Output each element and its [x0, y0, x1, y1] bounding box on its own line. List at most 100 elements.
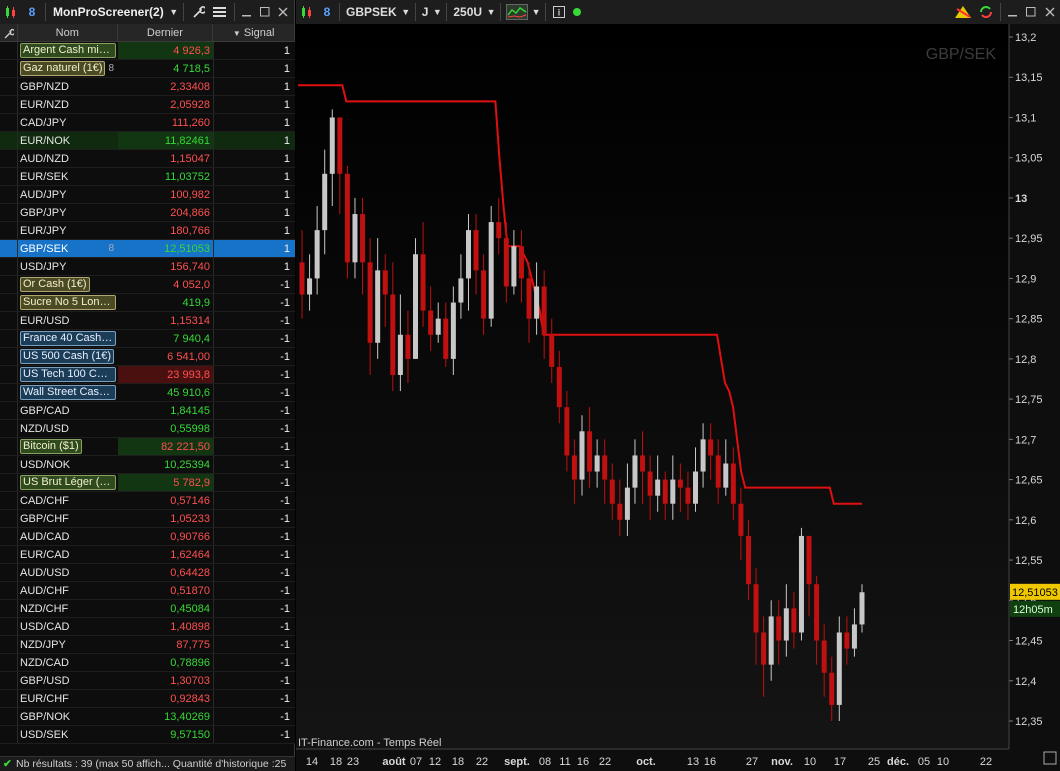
- units-select[interactable]: 250U: [450, 3, 485, 21]
- table-row[interactable]: NZD/JPY 87,775 -1: [0, 636, 295, 654]
- screener-title[interactable]: MonProScreener(2): [49, 3, 168, 21]
- table-row[interactable]: US Brut Léger (1$) 5 782,9 -1: [0, 474, 295, 492]
- row-name-cell[interactable]: US Tech 100 Cas...: [18, 366, 118, 383]
- row-name-cell[interactable]: GBP/CHF: [18, 510, 118, 527]
- table-row[interactable]: EUR/NOK 11,82461 1: [0, 132, 295, 150]
- table-row[interactable]: EUR/CHF 0,92843 -1: [0, 690, 295, 708]
- table-row[interactable]: AUD/NZD 1,15047 1: [0, 150, 295, 168]
- table-row[interactable]: USD/SEK 9,57150 -1: [0, 726, 295, 744]
- refresh-icon[interactable]: [975, 3, 997, 21]
- table-row[interactable]: Argent Cash mini ... 4 926,3 1: [0, 42, 295, 60]
- candles-icon[interactable]: [296, 3, 318, 21]
- row-name-cell[interactable]: GBP/NZD: [18, 78, 118, 95]
- table-row[interactable]: France 40 Cash (... 7 940,4 -1: [0, 330, 295, 348]
- row-name-cell[interactable]: USD/SEK: [18, 726, 118, 743]
- table-row[interactable]: AUD/CHF 0,51870 -1: [0, 582, 295, 600]
- table-row[interactable]: Sucre No 5 Londr... 419,9 -1: [0, 294, 295, 312]
- table-row[interactable]: EUR/NZD 2,05928 1: [0, 96, 295, 114]
- table-row[interactable]: NZD/CAD 0,78896 -1: [0, 654, 295, 672]
- period-select[interactable]: J: [419, 3, 432, 21]
- chart-canvas[interactable]: 13,2 13,15 13,1 13,05 13 12,95 12,9 12,85 12,8 12…: [296, 24, 1060, 771]
- table-row[interactable]: GBP/SEK 8 12,51053 1: [0, 240, 295, 258]
- table-row[interactable]: USD/JPY 156,740 1: [0, 258, 295, 276]
- row-name-cell[interactable]: NZD/CAD: [18, 654, 118, 671]
- table-row[interactable]: NZD/USD 0,55998 -1: [0, 420, 295, 438]
- column-header-name[interactable]: Nom: [18, 24, 118, 42]
- chevron-down-icon[interactable]: ▼: [530, 3, 542, 21]
- table-row[interactable]: CAD/JPY 111,260 1: [0, 114, 295, 132]
- minimize-icon[interactable]: [238, 3, 256, 21]
- row-name-cell[interactable]: EUR/CAD: [18, 546, 118, 563]
- row-name-cell[interactable]: AUD/NZD: [18, 150, 118, 167]
- table-row[interactable]: USD/CAD 1,40898 -1: [0, 618, 295, 636]
- table-row[interactable]: EUR/SEK 11,03752 1: [0, 168, 295, 186]
- table-row[interactable]: GBP/JPY 204,866 1: [0, 204, 295, 222]
- table-row[interactable]: Bitcoin ($1) 82 221,50 -1: [0, 438, 295, 456]
- row-name-cell[interactable]: US Brut Léger (1$): [18, 474, 118, 491]
- menu-icon[interactable]: [209, 3, 231, 21]
- table-row[interactable]: Gaz naturel (1€) 8 4 718,5 1: [0, 60, 295, 78]
- indicator-icon[interactable]: [504, 3, 530, 21]
- table-row[interactable]: Or Cash (1€) 4 052,0 -1: [0, 276, 295, 294]
- row-name-cell[interactable]: Bitcoin ($1): [18, 438, 118, 455]
- row-name-cell[interactable]: AUD/CHF: [18, 582, 118, 599]
- row-name-cell[interactable]: France 40 Cash (...: [18, 330, 118, 347]
- maximize-icon[interactable]: [256, 3, 274, 21]
- table-row[interactable]: GBP/CHF 1,05233 -1: [0, 510, 295, 528]
- row-name-cell[interactable]: EUR/NZD: [18, 96, 118, 113]
- table-row[interactable]: US Tech 100 Cas... 23 993,8 -1: [0, 366, 295, 384]
- maximize-icon[interactable]: [1022, 3, 1040, 21]
- row-name-cell[interactable]: GBP/SEK 8: [18, 240, 118, 257]
- row-name-cell[interactable]: Gaz naturel (1€) 8: [18, 60, 118, 77]
- link-icon[interactable]: 8: [318, 3, 336, 21]
- info-icon[interactable]: i: [549, 3, 569, 21]
- row-name-cell[interactable]: CAD/CHF: [18, 492, 118, 509]
- candles-icon[interactable]: [0, 3, 22, 21]
- row-name-cell[interactable]: EUR/SEK: [18, 168, 118, 185]
- table-row[interactable]: EUR/USD 1,15314 -1: [0, 312, 295, 330]
- table-row[interactable]: CAD/CHF 0,57146 -1: [0, 492, 295, 510]
- row-name-cell[interactable]: AUD/USD: [18, 564, 118, 581]
- row-name-cell[interactable]: USD/CAD: [18, 618, 118, 635]
- table-row[interactable]: GBP/CAD 1,84145 -1: [0, 402, 295, 420]
- chevron-down-icon[interactable]: ▼: [485, 3, 497, 21]
- table-row[interactable]: Wall Street Cash ... 45 910,6 -1: [0, 384, 295, 402]
- chevron-down-icon[interactable]: ▼: [400, 3, 412, 21]
- table-row[interactable]: GBP/NZD 2,33408 1: [0, 78, 295, 96]
- row-name-cell[interactable]: EUR/JPY: [18, 222, 118, 239]
- chevron-down-icon[interactable]: ▼: [168, 3, 180, 21]
- table-row[interactable]: AUD/CAD 0,90766 -1: [0, 528, 295, 546]
- table-row[interactable]: GBP/NOK 13,40269 -1: [0, 708, 295, 726]
- row-name-cell[interactable]: NZD/USD: [18, 420, 118, 437]
- row-name-cell[interactable]: NZD/CHF: [18, 600, 118, 617]
- table-row[interactable]: GBP/USD 1,30703 -1: [0, 672, 295, 690]
- table-row[interactable]: US 500 Cash (1€) 6 541,00 -1: [0, 348, 295, 366]
- row-name-cell[interactable]: Or Cash (1€): [18, 276, 118, 293]
- symbol-select[interactable]: GBPSEK: [343, 3, 400, 21]
- row-name-cell[interactable]: GBP/USD: [18, 672, 118, 689]
- row-name-cell[interactable]: Sucre No 5 Londr...: [18, 294, 118, 311]
- close-icon[interactable]: [1040, 3, 1060, 21]
- link-icon[interactable]: 8: [22, 3, 42, 21]
- row-name-cell[interactable]: USD/JPY: [18, 258, 118, 275]
- price-chart[interactable]: 13,2 13,15 13,1 13,05 13 12,95 12,9 12,85 12,8 12…: [296, 24, 1060, 771]
- column-header-last[interactable]: Dernier: [118, 24, 214, 42]
- row-name-cell[interactable]: GBP/NOK: [18, 708, 118, 725]
- wrench-icon[interactable]: [187, 3, 209, 21]
- table-row[interactable]: USD/NOK 10,25394 -1: [0, 456, 295, 474]
- table-row[interactable]: EUR/CAD 1,62464 -1: [0, 546, 295, 564]
- table-row[interactable]: AUD/USD 0,64428 -1: [0, 564, 295, 582]
- minimize-icon[interactable]: [1004, 3, 1022, 21]
- alert-icon[interactable]: [951, 3, 975, 21]
- row-name-cell[interactable]: GBP/JPY: [18, 204, 118, 221]
- close-icon[interactable]: [274, 3, 292, 21]
- row-name-cell[interactable]: Argent Cash mini ...: [18, 42, 118, 59]
- row-name-cell[interactable]: CAD/JPY: [18, 114, 118, 131]
- row-name-cell[interactable]: USD/NOK: [18, 456, 118, 473]
- row-name-cell[interactable]: AUD/JPY: [18, 186, 118, 203]
- row-name-cell[interactable]: US 500 Cash (1€): [18, 348, 118, 365]
- row-name-cell[interactable]: EUR/NOK: [18, 132, 118, 149]
- row-name-cell[interactable]: AUD/CAD: [18, 528, 118, 545]
- table-row[interactable]: NZD/CHF 0,45084 -1: [0, 600, 295, 618]
- row-name-cell[interactable]: EUR/CHF: [18, 690, 118, 707]
